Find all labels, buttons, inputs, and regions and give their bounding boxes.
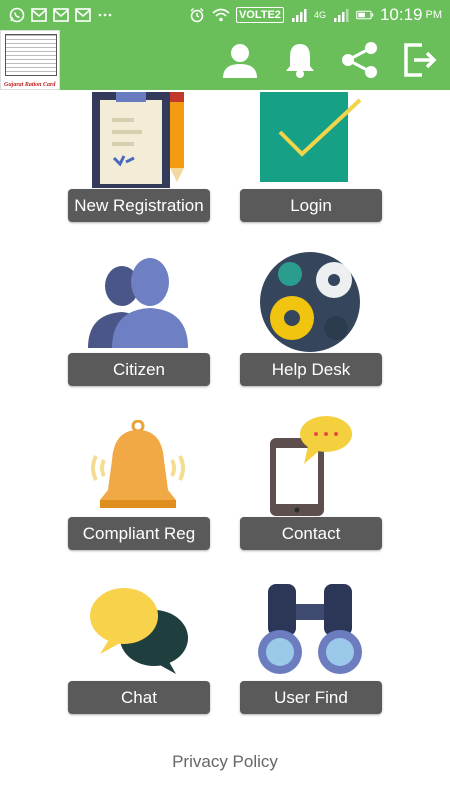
app-logo: Gujarat Ration Card <box>0 30 60 90</box>
chat-bubbles-icon <box>88 586 192 683</box>
user-find-button[interactable]: User Find <box>240 681 382 714</box>
compliant-reg-button[interactable]: Compliant Reg <box>68 517 210 550</box>
system-icons: VOLTE2 4G 10:19 PM <box>188 5 442 25</box>
alarm-icon <box>188 6 206 24</box>
citizen-users-icon <box>88 256 192 353</box>
battery-icon <box>356 6 374 24</box>
status-bar: VOLTE2 4G 10:19 PM <box>0 0 450 30</box>
share-icon <box>342 42 377 78</box>
profile-button[interactable] <box>220 40 260 80</box>
mail-icon <box>30 6 48 24</box>
logout-button[interactable] <box>400 40 440 80</box>
bell-icon <box>286 44 314 78</box>
new-registration-button[interactable]: New Registration <box>68 189 210 222</box>
help-desk-button[interactable]: Help Desk <box>240 353 382 386</box>
chat-button[interactable]: Chat <box>68 681 210 714</box>
signal-icon <box>290 6 308 24</box>
logout-icon <box>404 43 437 77</box>
logo-text: Gujarat Ration Card <box>4 82 56 88</box>
login-button[interactable]: Login <box>240 189 382 222</box>
login-checkmark-icon <box>258 92 362 189</box>
more-notifications-icon <box>96 6 114 24</box>
network-type: 4G <box>313 10 326 20</box>
clock-ampm: PM <box>425 9 443 21</box>
app-bar: Gujarat Ration Card <box>0 30 450 90</box>
notification-icons <box>8 6 114 24</box>
ration-card-thumbnail <box>5 34 57 76</box>
whatsapp-icon <box>8 6 26 24</box>
help-desk-gears-icon <box>260 252 360 357</box>
clipboard-icon <box>88 92 188 193</box>
wifi-icon <box>212 6 230 24</box>
bell-complaint-icon <box>88 419 188 517</box>
privacy-policy-link[interactable]: Privacy Policy <box>0 752 450 772</box>
clock: 10:19 <box>379 5 423 24</box>
signal-icon <box>332 6 350 24</box>
mail-icon <box>74 6 92 24</box>
contact-button[interactable]: Contact <box>240 517 382 550</box>
mail-icon <box>52 6 70 24</box>
profile-icon <box>223 44 257 78</box>
notifications-button[interactable] <box>280 40 320 80</box>
binoculars-icon <box>258 584 362 683</box>
share-button[interactable] <box>340 40 380 80</box>
citizen-button[interactable]: Citizen <box>68 353 210 386</box>
volte-indicator: VOLTE2 <box>235 7 284 23</box>
contact-phone-icon <box>268 416 354 521</box>
